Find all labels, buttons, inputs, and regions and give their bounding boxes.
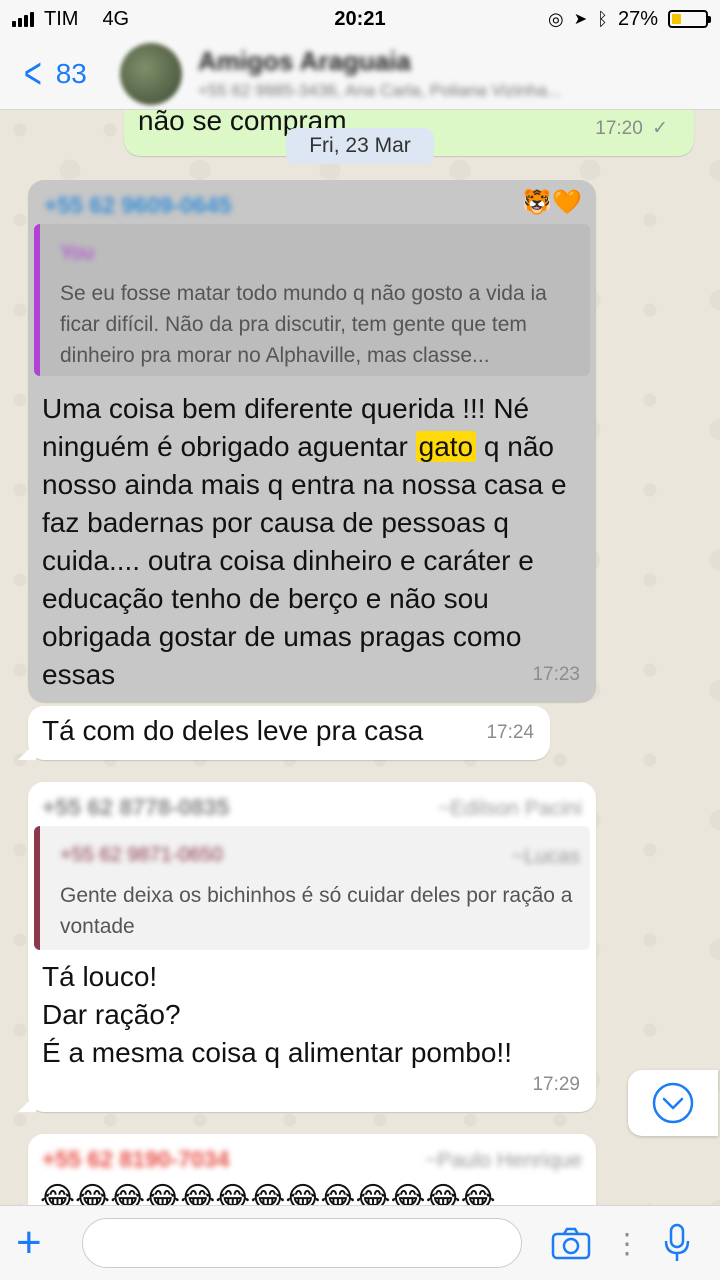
message-sender-name: ~Edilson Pacini [437, 797, 582, 820]
quote-text: Se eu fosse matar todo mundo q não gosto… [60, 282, 547, 367]
group-participants: +55 62 9985-3436, Ana Carla, Poliana Viz… [198, 81, 562, 100]
signal-icon [12, 11, 34, 27]
date-separator: Fri, 23 Mar [286, 128, 434, 164]
microphone-button[interactable] [652, 1223, 702, 1263]
message-line: É a mesma coisa q alimentar pombo!! [42, 1037, 512, 1068]
message-input[interactable] [82, 1218, 522, 1268]
camera-icon [551, 1227, 591, 1260]
scroll-to-bottom-button[interactable] [628, 1070, 718, 1136]
battery-icon [668, 10, 711, 28]
status-left: TIM 4G [12, 8, 272, 31]
message-incoming[interactable]: +55 62 8778-0835 ~Edilson Pacini +55 62 … [18, 782, 596, 1112]
battery-percent: 27% [617, 7, 658, 30]
search-highlight: gato [415, 431, 477, 462]
bluetooth-icon: ᛒ [597, 8, 608, 29]
camera-button[interactable] [546, 1226, 596, 1260]
message-incoming-highlighted[interactable]: +55 62 9609-0645 🐯🧡 You Se eu fosse mata… [28, 180, 596, 702]
quoted-message[interactable]: You Se eu fosse matar todo mundo q não g… [34, 224, 590, 376]
message-incoming[interactable]: Tá com do deles leve pra casa 17:24 [18, 706, 550, 760]
checkmark-icon: ✓ [652, 118, 668, 139]
chat-area[interactable]: não se compram 17:20 ✓ Fri, 23 Mar +55 6… [0, 110, 720, 1205]
message-sender[interactable]: +55 62 8778-0835 [42, 788, 229, 826]
attach-plus-icon[interactable]: + [16, 1221, 76, 1265]
message-text: Tá com do deles leve pra casa [42, 715, 424, 746]
location-icon: ➤ [573, 11, 588, 28]
battery-fill [672, 14, 681, 24]
more-dots-icon[interactable]: ⋮ [610, 1227, 644, 1260]
carrier-label: TIM [44, 7, 79, 30]
message-sender-name: ~Paulo Henrique [424, 1149, 582, 1172]
message-time: 17:23 [532, 664, 580, 685]
back-button[interactable]: < 83 [0, 48, 120, 98]
quote-author: +55 62 9871-0650 [60, 844, 223, 866]
message-text: Uma coisa bem diferente querida !!! Né n… [42, 390, 582, 694]
message-line: Tá louco! [42, 961, 158, 992]
chevron-down-circle-icon [652, 1082, 694, 1124]
bubble-tail [18, 742, 36, 760]
message-emojis: 😂😂😂😂😂😂😂😂😂😂😂😂😂 [40, 1182, 496, 1205]
group-title: Amigos Araguaia [198, 46, 411, 76]
chevron-left-icon: < [23, 48, 42, 98]
quote-text: Gente deixa os bichinhos é só cuidar del… [60, 884, 573, 938]
message-time: 17:24 [486, 722, 534, 743]
status-bar: TIM 4G 20:21 ◎ ➤ ᛒ 27% [0, 0, 720, 38]
quote-author-name: ~Lucas [511, 845, 580, 868]
message-sender[interactable]: +55 62 9609-0645 [44, 186, 231, 224]
message-time: 17:20 ✓ [595, 110, 668, 148]
message-incoming[interactable]: +55 62 8190-7034 ~Paulo Henrique 😂😂😂😂😂😂😂… [28, 1134, 596, 1205]
quoted-message[interactable]: +55 62 9871-0650 ~Lucas Gente deixa os b… [34, 826, 590, 950]
microphone-icon [664, 1223, 690, 1261]
message-line: Dar ração? [42, 999, 181, 1030]
message-text-part: q não nosso ainda mais q entra na nossa … [42, 431, 567, 690]
unread-count: 83 [55, 57, 87, 89]
message-sender[interactable]: +55 62 8190-7034 [42, 1140, 229, 1178]
compose-bar: + ⋮ [0, 1205, 720, 1280]
network-label: 4G [102, 7, 130, 30]
chat-header: < 83 Amigos Araguaia +55 62 9985-3436, A… [0, 38, 720, 110]
message-time: 17:29 [532, 1074, 580, 1095]
clock: 20:21 [334, 7, 386, 30]
status-right: ◎ ➤ ᛒ 27% [448, 7, 711, 31]
time-label: 17:20 [595, 118, 643, 139]
message-text: Tá louco! Dar ração? É a mesma coisa q a… [42, 958, 512, 1072]
group-info[interactable]: Amigos Araguaia +55 62 9985-3436, Ana Ca… [198, 46, 561, 101]
group-avatar[interactable] [120, 42, 182, 105]
orientation-lock-icon: ◎ [548, 8, 564, 29]
bubble-tail [18, 1094, 36, 1112]
message-reactions[interactable]: 🐯🧡 [522, 184, 582, 222]
quote-author: You [60, 242, 94, 264]
